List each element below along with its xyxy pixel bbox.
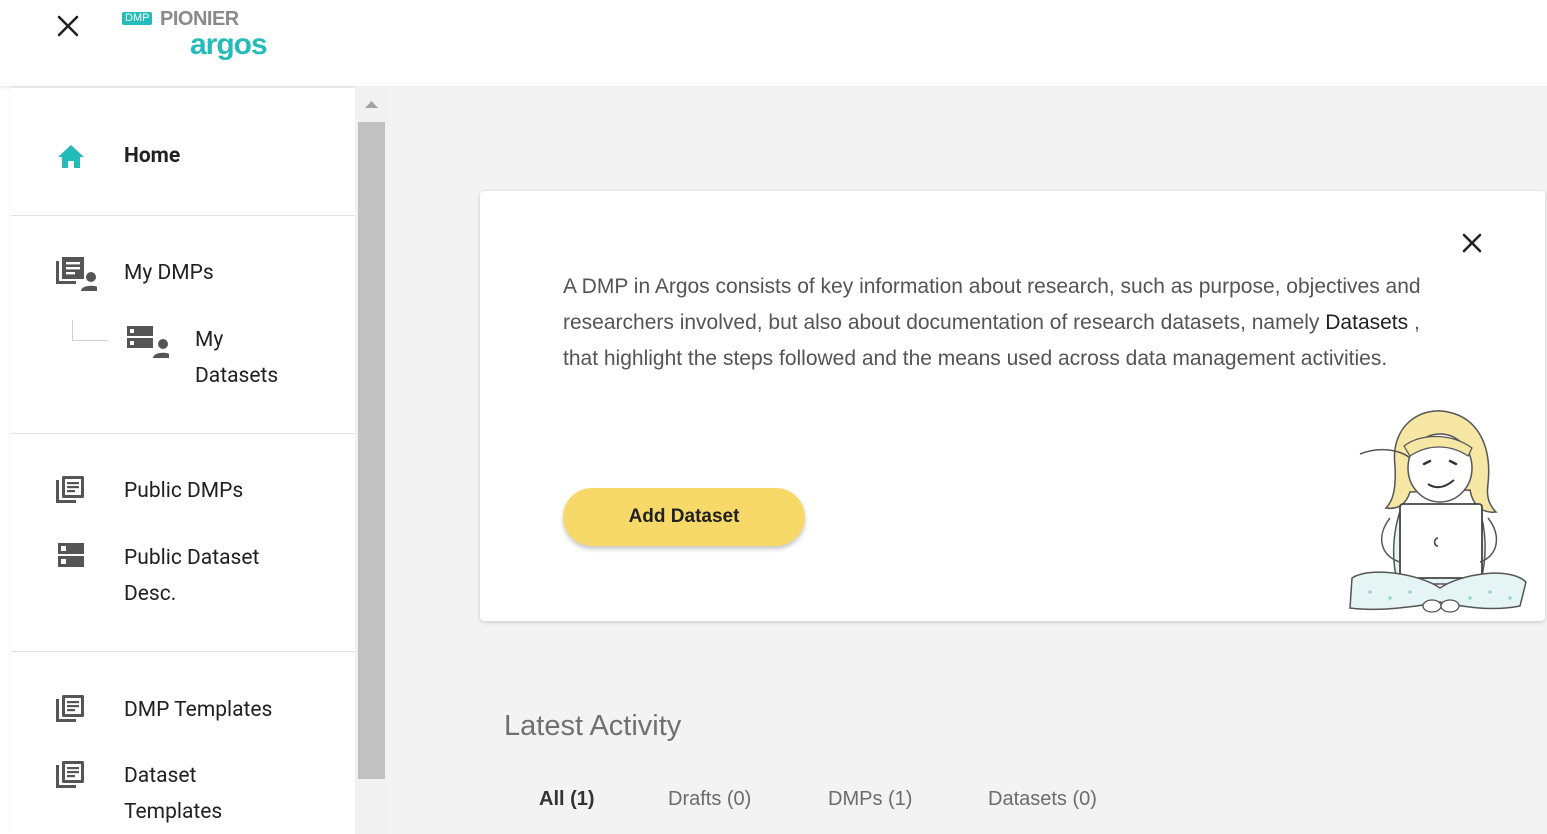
sidebar-item-home[interactable]: Home bbox=[11, 138, 355, 174]
info-text-part: A DMP in Argos consists of key informati… bbox=[563, 275, 1421, 334]
sidebar-item-my-dmps[interactable]: My DMPs bbox=[11, 255, 355, 291]
library-books-icon bbox=[53, 758, 89, 794]
sidebar-item-label: Templates bbox=[124, 800, 223, 824]
sidebar-item-label: My DMPs bbox=[124, 261, 214, 285]
scroll-up-arrow-icon[interactable] bbox=[355, 88, 388, 120]
dmp-user-icon bbox=[53, 255, 101, 291]
info-text: A DMP in Argos consists of key informati… bbox=[563, 269, 1433, 377]
scrollbar-thumb[interactable] bbox=[358, 122, 385, 779]
top-bar: DMP PIONIER argos bbox=[0, 0, 1547, 88]
sidebar-item-label: Desc. bbox=[124, 582, 177, 606]
logo[interactable]: DMP PIONIER argos bbox=[122, 8, 282, 72]
sidebar-item-dataset-templates[interactable]: Dataset Templates bbox=[11, 758, 355, 830]
sidebar-item-label: Home bbox=[124, 144, 181, 168]
home-icon bbox=[53, 138, 89, 174]
tab-datasets[interactable]: Datasets (0) bbox=[988, 788, 1097, 811]
tab-drafts[interactable]: Drafts (0) bbox=[668, 788, 751, 811]
add-dataset-button[interactable]: Add Dataset bbox=[563, 488, 805, 546]
girl-with-laptop-illustration bbox=[1340, 406, 1530, 621]
library-books-icon bbox=[53, 692, 89, 728]
close-menu-icon[interactable] bbox=[52, 10, 84, 42]
divider bbox=[11, 651, 355, 652]
divider bbox=[11, 433, 355, 434]
library-books-icon bbox=[53, 473, 89, 509]
sidebar-item-label: My bbox=[195, 328, 224, 352]
sidebar-item-label: Public DMPs bbox=[124, 479, 244, 503]
main-content: A DMP in Argos consists of key informati… bbox=[388, 88, 1547, 834]
logo-product: argos bbox=[190, 28, 268, 61]
sidebar-scrollbar[interactable] bbox=[355, 88, 388, 834]
sidebar-item-public-dmps[interactable]: Public DMPs bbox=[11, 473, 355, 509]
dataset-user-icon bbox=[125, 322, 173, 358]
sidebar-item-public-dataset-desc[interactable]: Public Dataset Desc. bbox=[11, 540, 355, 612]
info-card: A DMP in Argos consists of key informati… bbox=[480, 191, 1545, 621]
sidebar: Home My DMPs My Datasets Public DMPs Pub… bbox=[11, 88, 355, 834]
info-text-bold: Datasets bbox=[1325, 311, 1409, 334]
tab-all[interactable]: All (1) bbox=[539, 788, 595, 811]
sidebar-item-label: DMP Templates bbox=[124, 698, 273, 722]
logo-badge: DMP bbox=[122, 12, 153, 25]
divider bbox=[11, 215, 355, 216]
sidebar-item-label: Public Dataset bbox=[124, 546, 260, 570]
storage-icon bbox=[53, 540, 89, 576]
tab-dmps[interactable]: DMPs (1) bbox=[828, 788, 912, 811]
close-card-icon[interactable] bbox=[1456, 227, 1488, 259]
latest-activity-title: Latest Activity bbox=[504, 710, 682, 742]
sidebar-item-label: Dataset bbox=[124, 764, 197, 788]
sidebar-item-dmp-templates[interactable]: DMP Templates bbox=[11, 692, 355, 728]
sidebar-item-label: Datasets bbox=[195, 364, 279, 388]
sidebar-item-my-datasets[interactable]: My Datasets bbox=[11, 322, 355, 394]
